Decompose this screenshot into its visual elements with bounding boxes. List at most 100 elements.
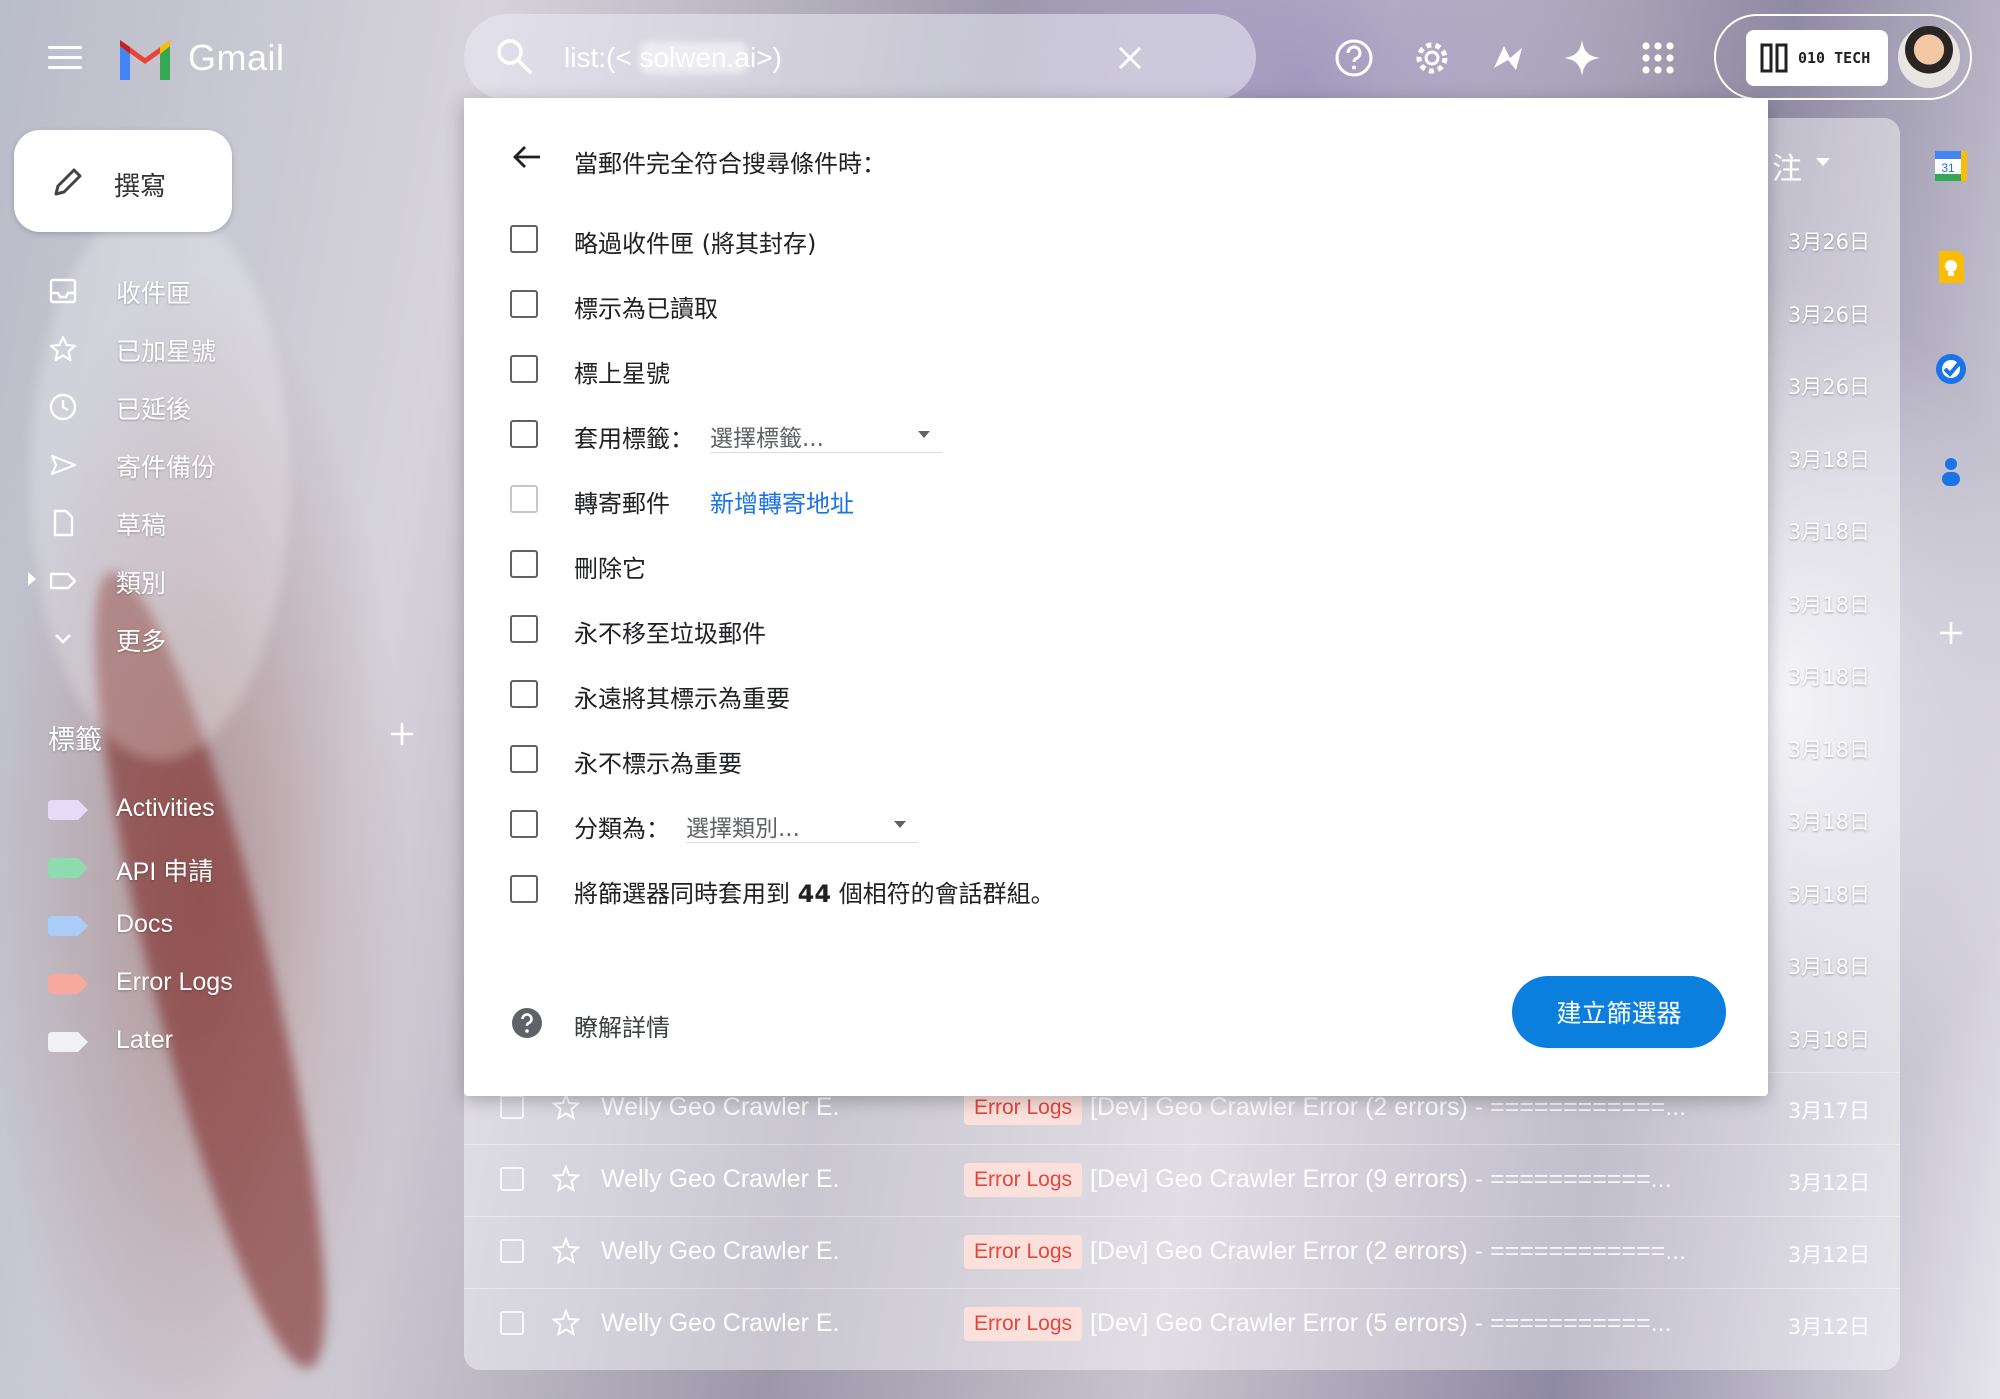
avatar[interactable] bbox=[1898, 26, 1960, 88]
tasks-icon[interactable] bbox=[1932, 350, 1970, 388]
row-checkbox[interactable] bbox=[500, 1311, 524, 1335]
row-label-chip[interactable]: Error Logs bbox=[964, 1091, 1083, 1125]
gear-icon[interactable] bbox=[1412, 38, 1452, 78]
search-icon[interactable] bbox=[494, 36, 534, 76]
add-addon-icon[interactable] bbox=[1932, 614, 1970, 652]
never-spam-checkbox[interactable] bbox=[510, 615, 538, 643]
forward-checkbox[interactable] bbox=[510, 485, 538, 513]
apply-label-checkbox[interactable] bbox=[510, 420, 538, 448]
row-label-chip[interactable]: Error Logs bbox=[964, 1235, 1083, 1269]
pencil-icon bbox=[54, 168, 82, 196]
email-row[interactable]: Welly Geo Crawler E. Error Logs [Dev] Ge… bbox=[464, 1216, 1900, 1288]
account-area[interactable]: 010 TECH bbox=[1714, 14, 1972, 100]
list-date: 3月18日 bbox=[1787, 447, 1870, 472]
label-color-icon bbox=[48, 974, 88, 994]
categorize-checkbox[interactable] bbox=[510, 810, 538, 838]
sidebar-label-api[interactable]: API 申請 bbox=[0, 842, 330, 892]
learn-more-link[interactable]: 瞭解詳情 bbox=[574, 1008, 670, 1043]
sidebar-item-more[interactable]: 更多 bbox=[0, 612, 330, 662]
option-label: 略過收件匣 (將其封存) bbox=[574, 230, 817, 258]
option-label: 永不移至垃圾郵件 bbox=[574, 620, 766, 648]
sidebar-item-starred[interactable]: 已加星號 bbox=[0, 322, 330, 372]
option-apply-label: 套用標籤： 選擇標籤... bbox=[510, 409, 1710, 459]
option-star: 標上星號 bbox=[510, 344, 1710, 394]
plus-icon[interactable] bbox=[386, 718, 418, 750]
never-important-checkbox[interactable] bbox=[510, 745, 538, 773]
option-label: 永遠將其標示為重要 bbox=[574, 685, 790, 713]
option-label: 分類為： bbox=[574, 815, 670, 843]
org-brand-chip[interactable]: 010 TECH bbox=[1746, 30, 1888, 86]
row-checkbox[interactable] bbox=[500, 1239, 524, 1263]
star-icon[interactable] bbox=[552, 1237, 580, 1265]
skip-inbox-checkbox[interactable] bbox=[510, 225, 538, 253]
row-checkbox[interactable] bbox=[500, 1167, 524, 1191]
app-name: Gmail bbox=[188, 37, 285, 78]
label-select[interactable]: 選擇標籤... bbox=[710, 413, 942, 453]
contacts-icon[interactable] bbox=[1932, 452, 1970, 490]
expand-caret-icon[interactable] bbox=[28, 572, 36, 586]
main-menu-button[interactable] bbox=[48, 46, 82, 72]
row-label-chip[interactable]: Error Logs bbox=[964, 1163, 1083, 1197]
compose-button[interactable]: 撰寫 bbox=[14, 130, 232, 232]
sidebar-item-label: 草稿 bbox=[116, 511, 167, 540]
sidebar-item-label: 寄件備份 bbox=[116, 453, 217, 482]
sidebar-item-inbox[interactable]: 收件匣 bbox=[0, 264, 330, 314]
sidebar-label-text: Docs bbox=[116, 910, 173, 938]
sidebar-label-docs[interactable]: Docs bbox=[0, 900, 330, 950]
row-snippet: - ===========... bbox=[1467, 1309, 1672, 1337]
label-outline-icon bbox=[49, 572, 77, 590]
email-row[interactable]: Welly Geo Crawler E. Error Logs [Dev] Ge… bbox=[464, 1288, 1900, 1360]
sidebar-item-sent[interactable]: 寄件備份 bbox=[0, 438, 330, 488]
star-icon[interactable] bbox=[552, 1093, 580, 1121]
help-icon[interactable] bbox=[510, 1006, 544, 1040]
row-snippet: - ===========... bbox=[1467, 1165, 1672, 1193]
apps-grid-icon[interactable] bbox=[1638, 38, 1678, 78]
list-date: 3月18日 bbox=[1787, 1027, 1870, 1052]
sort-caret-icon[interactable] bbox=[1816, 158, 1830, 166]
list-date: 3月18日 bbox=[1787, 665, 1870, 689]
always-important-checkbox[interactable] bbox=[510, 680, 538, 708]
row-checkbox[interactable] bbox=[500, 1095, 524, 1119]
match-count: 44 bbox=[797, 880, 832, 908]
search-bar[interactable] bbox=[464, 14, 1256, 100]
gmail-logo[interactable]: Gmail bbox=[116, 36, 285, 80]
help-icon[interactable] bbox=[1334, 38, 1374, 78]
list-date: 3月18日 bbox=[1787, 737, 1870, 762]
gemini-sparkle-icon[interactable] bbox=[1562, 38, 1602, 78]
category-select-placeholder: 選擇類別... bbox=[686, 816, 800, 842]
sort-menu-label[interactable]: 注 bbox=[1772, 144, 1802, 188]
dropdown-caret-icon bbox=[918, 431, 930, 438]
draft-icon bbox=[53, 509, 74, 537]
sidebar-label-activities[interactable]: Activities bbox=[0, 784, 330, 834]
sidebar-item-drafts[interactable]: 草稿 bbox=[0, 496, 330, 546]
category-select[interactable]: 選擇類別... bbox=[686, 803, 918, 843]
option-always-important: 永遠將其標示為重要 bbox=[510, 669, 1710, 719]
email-row[interactable]: Welly Geo Crawler E. Error Logs [Dev] Ge… bbox=[464, 1144, 1900, 1216]
row-label-chip[interactable]: Error Logs bbox=[964, 1307, 1083, 1341]
dialog-title: 當郵件完全符合搜尋條件時： bbox=[574, 150, 886, 178]
row-snippet: - ============... bbox=[1467, 1237, 1687, 1265]
create-filter-button[interactable]: 建立篩選器 bbox=[1512, 976, 1726, 1048]
sidebar-item-categories[interactable]: 類別 bbox=[0, 554, 330, 604]
sidebar-item-label: 已延後 bbox=[116, 395, 192, 424]
workspace-apps-icon[interactable] bbox=[1488, 38, 1528, 78]
star-checkbox[interactable] bbox=[510, 355, 538, 383]
option-label: 轉寄郵件 bbox=[574, 490, 670, 518]
close-icon[interactable] bbox=[1110, 38, 1150, 78]
label-color-icon bbox=[48, 800, 88, 820]
delete-checkbox[interactable] bbox=[510, 550, 538, 578]
star-icon[interactable] bbox=[552, 1309, 580, 1337]
keep-icon[interactable] bbox=[1932, 248, 1970, 286]
sidebar-item-snoozed[interactable]: 已延後 bbox=[0, 380, 330, 430]
mark-read-checkbox[interactable] bbox=[510, 290, 538, 318]
star-icon[interactable] bbox=[552, 1165, 580, 1193]
option-label: 套用標籤： bbox=[574, 425, 694, 453]
calendar-icon[interactable]: 31 bbox=[1932, 146, 1970, 184]
back-arrow-icon[interactable] bbox=[510, 140, 544, 174]
sidebar-label-later[interactable]: Later bbox=[0, 1016, 330, 1066]
option-never-spam: 永不移至垃圾郵件 bbox=[510, 604, 1710, 654]
apply-existing-checkbox[interactable] bbox=[510, 875, 538, 903]
sidebar-label-error-logs[interactable]: Error Logs bbox=[0, 958, 330, 1008]
add-forward-address-link[interactable]: 新增轉寄地址 bbox=[710, 484, 854, 519]
option-never-important: 永不標示為重要 bbox=[510, 734, 1710, 784]
